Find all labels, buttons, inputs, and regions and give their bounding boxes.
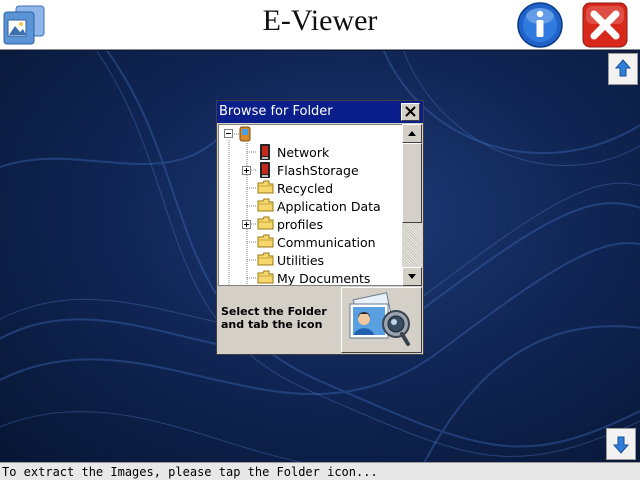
tree-scrollbar[interactable] (402, 124, 422, 286)
hint-line-2: and tab the icon (221, 318, 323, 331)
minus-icon (226, 133, 231, 134)
triangle-down-icon (408, 274, 416, 279)
folder-icon (257, 179, 274, 198)
dialog-title: Browse for Folder (219, 104, 333, 119)
tree-item-label: Recycled (277, 181, 334, 196)
dialog-close-button[interactable] (401, 103, 420, 121)
status-bar: To extract the Images, please tap the Fo… (0, 462, 640, 480)
hint-line-1: Select the Folder (221, 305, 327, 318)
app-header: E-Viewer (0, 0, 640, 50)
close-icon (582, 2, 628, 48)
tree-item-label: Application Data (277, 199, 381, 214)
folder-tree[interactable]: Network FlashStorage Recycled Applicatio… (218, 124, 403, 286)
scrollbar-thumb[interactable] (402, 143, 422, 223)
arrow-up-icon (614, 59, 632, 77)
extract-images-button[interactable] (341, 287, 422, 353)
scrollbar-up-button[interactable] (402, 124, 422, 143)
folder-icon (257, 197, 274, 216)
plus-icon (244, 168, 249, 173)
tree-item-label: Communication (277, 235, 376, 250)
tree-item-label: profiles (277, 217, 323, 232)
tree-item-label: My Documents (277, 271, 371, 286)
image-extract-icon (349, 292, 410, 346)
close-x-icon (405, 106, 416, 117)
folder-icon (257, 215, 274, 234)
device-icon (239, 126, 251, 146)
tree-item-label: FlashStorage (277, 163, 359, 178)
folder-icon (257, 233, 274, 252)
folder-icon (257, 269, 274, 285)
scrollbar-down-button[interactable] (402, 267, 422, 286)
scroll-down-button[interactable] (606, 428, 636, 460)
tree-item-label: Utilities (277, 253, 325, 268)
scrollbar-track[interactable] (402, 223, 422, 267)
tree-expand-toggle[interactable] (242, 166, 251, 175)
status-text: To extract the Images, please tap the Fo… (2, 465, 378, 479)
plus-icon (244, 222, 249, 227)
close-app-button[interactable] (582, 2, 628, 48)
scroll-up-button[interactable] (608, 53, 638, 85)
dialog-titlebar: Browse for Folder (217, 101, 423, 123)
browse-folder-dialog: Browse for Folder Network FlashStorage R… (216, 100, 424, 355)
dialog-hint: Select the Folder and tab the icon (221, 305, 327, 331)
triangle-up-icon (408, 131, 416, 136)
tree-expand-toggle[interactable] (242, 220, 251, 229)
arrow-down-icon (612, 436, 630, 454)
info-button[interactable] (516, 1, 564, 49)
tree-item-label: Network (277, 145, 330, 160)
info-icon (517, 2, 563, 48)
tree-collapse-toggle[interactable] (224, 129, 233, 138)
folder-icon (257, 251, 274, 270)
